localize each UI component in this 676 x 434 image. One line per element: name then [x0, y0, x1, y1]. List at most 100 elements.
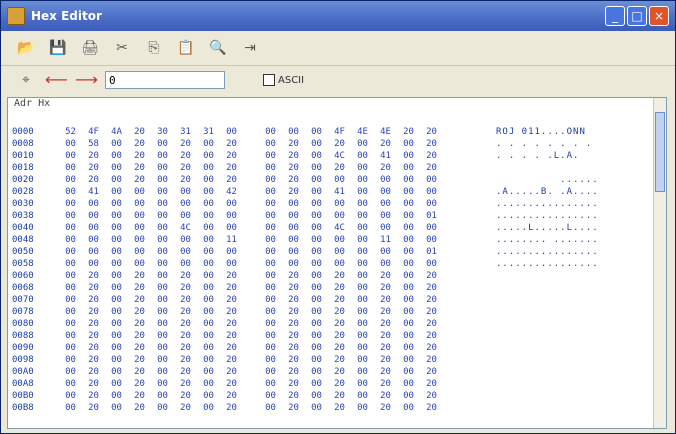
- hex-byte[interactable]: 00: [108, 390, 125, 402]
- hex-byte[interactable]: 00: [354, 198, 371, 210]
- hex-byte[interactable]: 00: [354, 258, 371, 270]
- hex-byte[interactable]: 00: [262, 342, 279, 354]
- hex-byte[interactable]: 20: [223, 306, 240, 318]
- hex-byte[interactable]: 20: [285, 342, 302, 354]
- hex-byte[interactable]: 00: [108, 318, 125, 330]
- hex-byte[interactable]: 00: [400, 366, 417, 378]
- hex-byte[interactable]: 00: [200, 378, 217, 390]
- hex-byte[interactable]: 00: [308, 174, 325, 186]
- hex-byte[interactable]: 00: [308, 234, 325, 246]
- hex-byte[interactable]: 00: [400, 150, 417, 162]
- hex-byte[interactable]: 00: [400, 330, 417, 342]
- hex-row[interactable]: 0020 00 20 00 20 00 20 00 20 00 20 00 00 00 00 00 00 ...…: [12, 174, 652, 186]
- hex-byte[interactable]: 4E: [354, 126, 371, 138]
- hex-byte[interactable]: 11: [377, 234, 394, 246]
- hex-byte[interactable]: 20: [331, 270, 348, 282]
- hex-byte[interactable]: 00: [377, 186, 394, 198]
- hex-byte[interactable]: 00: [308, 150, 325, 162]
- hex-byte[interactable]: 00: [262, 210, 279, 222]
- hex-byte[interactable]: 00: [377, 174, 394, 186]
- hex-byte[interactable]: 00: [62, 174, 79, 186]
- hex-byte[interactable]: 20: [131, 126, 148, 138]
- hex-row[interactable]: 0000 52 4F 4A 20 30 31 31 00 00 00 00 4F 4E 4E 20 20 ROJ …: [12, 126, 652, 138]
- hex-byte[interactable]: 00: [262, 282, 279, 294]
- hex-byte[interactable]: 00: [331, 258, 348, 270]
- hex-byte[interactable]: 00: [154, 198, 171, 210]
- row-ascii[interactable]: [496, 354, 599, 366]
- hex-row[interactable]: 0090 00 20 00 20 00 20 00 20 00 20 00 20 00 20 00 20: [12, 342, 652, 354]
- hex-byte[interactable]: 00: [308, 282, 325, 294]
- hex-byte[interactable]: 00: [354, 306, 371, 318]
- hex-byte[interactable]: 20: [131, 306, 148, 318]
- hex-byte[interactable]: 00: [308, 330, 325, 342]
- hex-byte[interactable]: 00: [285, 222, 302, 234]
- hex-byte[interactable]: 00: [62, 354, 79, 366]
- hex-byte[interactable]: 00: [62, 366, 79, 378]
- print-icon[interactable]: 🖨: [81, 39, 99, 57]
- hex-byte[interactable]: 00: [154, 306, 171, 318]
- hex-byte[interactable]: 00: [400, 138, 417, 150]
- hex-byte[interactable]: 20: [131, 150, 148, 162]
- hex-byte[interactable]: 20: [177, 138, 194, 150]
- ascii-checkbox[interactable]: [263, 74, 275, 86]
- hex-byte[interactable]: 00: [285, 198, 302, 210]
- hex-byte[interactable]: 00: [308, 354, 325, 366]
- hex-byte[interactable]: 20: [423, 294, 440, 306]
- title-bar[interactable]: Hex Editor _ □ ×: [1, 1, 675, 31]
- hex-byte[interactable]: 00: [154, 342, 171, 354]
- row-ascii[interactable]: [496, 270, 599, 282]
- hex-byte[interactable]: 31: [200, 126, 217, 138]
- hex-byte[interactable]: 20: [131, 174, 148, 186]
- hex-byte[interactable]: 00: [223, 198, 240, 210]
- row-bytes[interactable]: 00 20 00 20 00 20 00 20 00 20 00 20 00 20 00 20: [62, 270, 482, 282]
- hex-byte[interactable]: 20: [285, 318, 302, 330]
- hex-byte[interactable]: 20: [223, 162, 240, 174]
- hex-byte[interactable]: 00: [177, 258, 194, 270]
- hex-byte[interactable]: 4F: [85, 126, 102, 138]
- hex-byte[interactable]: 20: [85, 282, 102, 294]
- hex-byte[interactable]: 00: [62, 282, 79, 294]
- hex-byte[interactable]: 00: [262, 198, 279, 210]
- hex-row[interactable]: 0048 00 00 00 00 00 00 00 11 00 00 00 00 00 11 00 00....…: [12, 234, 652, 246]
- hex-row[interactable]: 0040 00 00 00 00 00 4C 00 00 00 00 00 4C 00 00 00 00....…: [12, 222, 652, 234]
- hex-byte[interactable]: 00: [108, 138, 125, 150]
- hex-row[interactable]: 0058 00 00 00 00 00 00 00 00 00 00 00 00 00 00 00 00....…: [12, 258, 652, 270]
- hex-byte[interactable]: 00: [223, 246, 240, 258]
- hex-byte[interactable]: 20: [285, 174, 302, 186]
- hex-byte[interactable]: 00: [154, 366, 171, 378]
- hex-row[interactable]: 0068 00 20 00 20 00 20 00 20 00 20 00 20 00 20 00 20: [12, 282, 652, 294]
- hex-byte[interactable]: 00: [354, 318, 371, 330]
- hex-byte[interactable]: 00: [177, 210, 194, 222]
- hex-byte[interactable]: 20: [377, 282, 394, 294]
- row-bytes[interactable]: 00 20 00 20 00 20 00 20 00 20 00 20 00 20 00 20: [62, 162, 482, 174]
- hex-byte[interactable]: 00: [354, 342, 371, 354]
- hex-byte[interactable]: 20: [131, 162, 148, 174]
- hex-byte[interactable]: 20: [285, 186, 302, 198]
- hex-byte[interactable]: 20: [285, 282, 302, 294]
- hex-byte[interactable]: 00: [262, 294, 279, 306]
- hex-byte[interactable]: 00: [354, 234, 371, 246]
- hex-byte[interactable]: 00: [262, 162, 279, 174]
- hex-byte[interactable]: 20: [285, 162, 302, 174]
- hex-byte[interactable]: 00: [62, 318, 79, 330]
- hex-byte[interactable]: 00: [108, 174, 125, 186]
- open-icon[interactable]: 📂: [17, 39, 35, 57]
- ascii-toggle[interactable]: ASCII: [263, 74, 304, 86]
- hex-byte[interactable]: 42: [223, 186, 240, 198]
- hex-byte[interactable]: 00: [400, 282, 417, 294]
- hex-byte[interactable]: 00: [62, 258, 79, 270]
- hex-byte[interactable]: 00: [400, 390, 417, 402]
- row-ascii[interactable]: ................: [496, 198, 599, 210]
- hex-byte[interactable]: 00: [223, 126, 240, 138]
- hex-byte[interactable]: 00: [108, 282, 125, 294]
- hex-byte[interactable]: 20: [223, 366, 240, 378]
- row-bytes[interactable]: 00 00 00 00 00 4C 00 00 00 00 00 4C 00 00 00 00: [62, 222, 482, 234]
- hex-byte[interactable]: 31: [177, 126, 194, 138]
- hex-byte[interactable]: 00: [62, 150, 79, 162]
- row-bytes[interactable]: 00 20 00 20 00 20 00 20 00 20 00 20 00 20 00 20: [62, 306, 482, 318]
- hex-byte[interactable]: 00: [177, 198, 194, 210]
- hex-byte[interactable]: 00: [108, 150, 125, 162]
- hex-byte[interactable]: 00: [154, 282, 171, 294]
- hex-byte[interactable]: 20: [177, 150, 194, 162]
- hex-byte[interactable]: 00: [131, 186, 148, 198]
